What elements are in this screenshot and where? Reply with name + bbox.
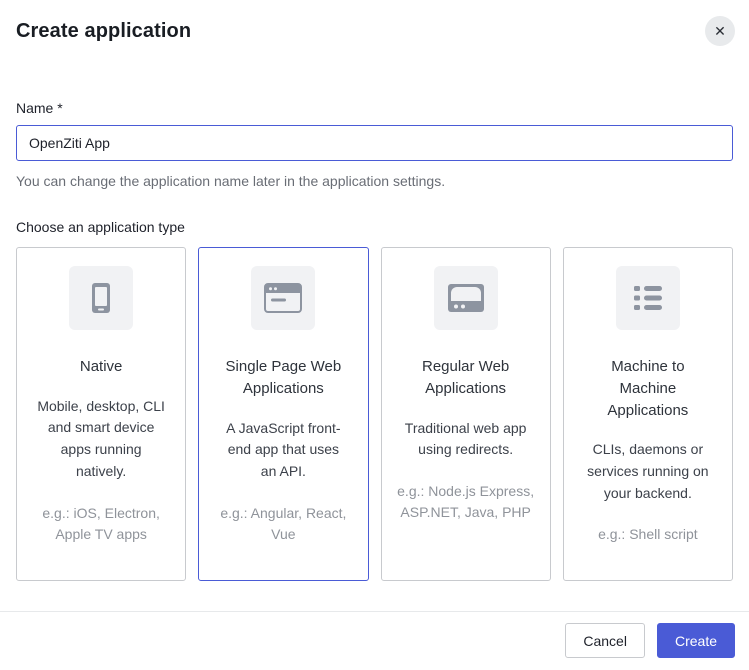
name-label: Name * [16, 100, 733, 116]
server-window-icon [434, 266, 498, 330]
card-single-page-web[interactable]: Single Page Web Applications A JavaScrip… [198, 247, 368, 581]
browser-window-icon [251, 266, 315, 330]
name-helper-text: You can change the application name late… [16, 173, 733, 189]
card-example: e.g.: iOS, Electron, Apple TV apps [31, 503, 171, 545]
application-type-label: Choose an application type [16, 219, 733, 235]
card-title: Regular Web Applications [400, 356, 532, 400]
card-description: Mobile, desktop, CLI and smart device ap… [36, 396, 166, 483]
close-button[interactable]: ✕ [705, 16, 735, 46]
smartphone-icon [69, 266, 133, 330]
card-title: Native [80, 356, 123, 378]
card-example: e.g.: Angular, React, Vue [213, 503, 353, 545]
card-example: e.g.: Shell script [598, 524, 698, 545]
cancel-button[interactable]: Cancel [565, 623, 645, 658]
card-title: Machine to Machine Applications [582, 356, 714, 421]
card-regular-web[interactable]: Regular Web Applications Traditional web… [381, 247, 551, 581]
close-icon: ✕ [714, 24, 726, 38]
list-icon [616, 266, 680, 330]
card-title: Single Page Web Applications [217, 356, 349, 400]
card-description: Traditional web app using redirects. [401, 418, 531, 461]
card-example: e.g.: Node.js Express, ASP.NET, Java, PH… [396, 481, 536, 523]
card-description: CLIs, daemons or services running on you… [583, 439, 713, 504]
create-application-modal: Create application ✕ Name * You can chan… [0, 0, 749, 670]
modal-header: Create application ✕ [16, 20, 733, 46]
application-name-input[interactable] [16, 125, 733, 161]
card-description: A JavaScript front-end app that uses an … [218, 418, 348, 483]
modal-footer: Cancel Create [0, 611, 749, 670]
name-field-block: Name * You can change the application na… [16, 100, 733, 189]
create-button[interactable]: Create [657, 623, 735, 658]
card-machine-to-machine[interactable]: Machine to Machine Applications CLIs, da… [563, 247, 733, 581]
card-native[interactable]: Native Mobile, desktop, CLI and smart de… [16, 247, 186, 581]
application-type-cards: Native Mobile, desktop, CLI and smart de… [16, 247, 733, 581]
modal-title: Create application [16, 20, 191, 43]
